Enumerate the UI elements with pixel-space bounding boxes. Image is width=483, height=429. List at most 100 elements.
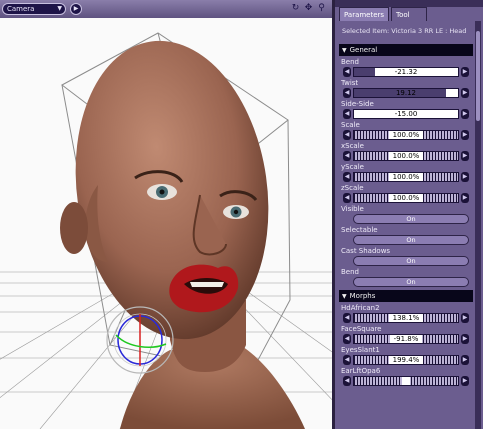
parameter-label: Side-Side xyxy=(341,100,374,108)
parameter-value xyxy=(402,377,410,385)
decrement-arrow-icon[interactable]: ◀ xyxy=(343,313,351,323)
decrement-arrow-icon[interactable]: ◀ xyxy=(343,130,351,140)
selected-item-label: Selected Item: Victoria 3 RR LE : Head xyxy=(342,27,467,35)
move-icon[interactable]: ✥ xyxy=(303,3,314,14)
parameter-value: -91.8% xyxy=(389,335,423,343)
increment-arrow-icon[interactable]: ▶ xyxy=(461,109,469,119)
increment-arrow-icon[interactable]: ▶ xyxy=(461,151,469,161)
parameter-dial[interactable]: ◀ 100.0% ▶ xyxy=(343,193,469,203)
toggle-button[interactable]: On xyxy=(353,256,469,266)
value-field[interactable]: 199.4% xyxy=(353,355,459,365)
camera-next-button[interactable]: ▶ xyxy=(70,3,82,15)
parameter-label: Cast Shadows xyxy=(341,247,391,255)
parameter-dial[interactable]: ◀ -91.8% ▶ xyxy=(343,334,469,344)
zoom-icon[interactable]: ⚲ xyxy=(316,3,327,14)
increment-arrow-icon[interactable]: ▶ xyxy=(461,130,469,140)
increment-arrow-icon[interactable]: ▶ xyxy=(461,376,469,386)
parameter-dial[interactable]: ◀ 199.4% ▶ xyxy=(343,355,469,365)
parameter-value: 100.0% xyxy=(388,173,424,181)
figure-head xyxy=(60,40,305,429)
document-viewport[interactable]: Camera ▼ ▶ ↻ ✥ ⚲ xyxy=(0,0,332,429)
value-fill-bar xyxy=(354,68,375,76)
decrement-arrow-icon[interactable]: ◀ xyxy=(343,151,351,161)
parameter-label: xScale xyxy=(341,142,364,150)
parameter-label: Bend xyxy=(341,58,359,66)
parameter-value: 19.12 xyxy=(395,89,417,97)
value-field[interactable] xyxy=(353,376,459,386)
value-field[interactable]: 19.12 xyxy=(353,88,459,98)
parameter-label: EarLftOpa6 xyxy=(341,367,381,375)
decrement-arrow-icon[interactable]: ◀ xyxy=(343,172,351,182)
parameter-label: zScale xyxy=(341,184,364,192)
parameter-label: FaceSquare xyxy=(341,325,382,333)
parameter-dial[interactable]: ◀ 100.0% ▶ xyxy=(343,172,469,182)
collapse-triangle-icon[interactable]: ▼ xyxy=(342,47,347,54)
increment-arrow-icon[interactable]: ▶ xyxy=(461,334,469,344)
decrement-arrow-icon[interactable]: ◀ xyxy=(343,376,351,386)
increment-arrow-icon[interactable]: ▶ xyxy=(461,172,469,182)
parameter-slider[interactable]: ◀ 19.12 ▶ xyxy=(343,88,469,98)
parameter-label: Bend xyxy=(341,268,359,276)
value-field[interactable]: -91.8% xyxy=(353,334,459,344)
parameter-label: EyesSlant1 xyxy=(341,346,380,354)
parameter-dial[interactable]: ◀ ▶ xyxy=(343,376,469,386)
parameter-value: 199.4% xyxy=(388,356,424,364)
camera-select[interactable]: Camera ▼ xyxy=(2,3,66,15)
increment-arrow-icon[interactable]: ▶ xyxy=(461,313,469,323)
decrement-arrow-icon[interactable]: ◀ xyxy=(343,334,351,344)
scene-canvas[interactable] xyxy=(0,0,332,429)
rotate-icon[interactable]: ↻ xyxy=(290,3,301,14)
value-field[interactable]: 138.1% xyxy=(353,313,459,323)
decrement-arrow-icon[interactable]: ◀ xyxy=(343,109,351,119)
value-field[interactable]: 100.0% xyxy=(353,193,459,203)
parameters-panel: Parameters Tool Selected Item: Victoria … xyxy=(332,0,483,429)
camera-select-label: Camera xyxy=(7,5,35,13)
parameter-value: 100.0% xyxy=(388,131,424,139)
increment-arrow-icon[interactable]: ▶ xyxy=(461,193,469,203)
tab-tool[interactable]: Tool xyxy=(391,7,427,21)
parameter-slider[interactable]: ◀ -21.32 ▶ xyxy=(343,67,469,77)
rotation-gizmo xyxy=(106,306,174,374)
value-field[interactable]: 100.0% xyxy=(353,151,459,161)
parameter-value: 100.0% xyxy=(388,152,424,160)
decrement-arrow-icon[interactable]: ◀ xyxy=(343,193,351,203)
increment-arrow-icon[interactable]: ▶ xyxy=(461,355,469,365)
decrement-arrow-icon[interactable]: ◀ xyxy=(343,88,351,98)
parameter-value: -15.00 xyxy=(394,110,418,118)
panel-tabs: Parameters Tool xyxy=(339,7,479,21)
section-header[interactable]: ▼ General xyxy=(339,44,473,56)
parameter-dial[interactable]: ◀ 138.1% ▶ xyxy=(343,313,469,323)
scrollbar-thumb[interactable] xyxy=(476,31,480,121)
parameter-label: Twist xyxy=(341,79,359,87)
collapse-triangle-icon[interactable]: ▼ xyxy=(342,293,347,300)
parameter-dial[interactable]: ◀ 100.0% ▶ xyxy=(343,151,469,161)
value-field[interactable]: -21.32 xyxy=(353,67,459,77)
parameter-label: HdAfrican2 xyxy=(341,304,380,312)
parameter-sections: ▼ General Bend ◀ -21.32 ▶ Twist ◀ 19.12 ▶ Side-Sid… xyxy=(339,44,473,386)
toggle-button[interactable]: On xyxy=(353,277,469,287)
parameter-label: Scale xyxy=(341,121,360,129)
decrement-arrow-icon[interactable]: ◀ xyxy=(343,355,351,365)
tab-parameters[interactable]: Parameters xyxy=(339,7,389,21)
section-title: General xyxy=(349,46,378,54)
panel-scrollbar[interactable] xyxy=(475,21,481,429)
parameter-value: -21.32 xyxy=(394,68,418,76)
value-field[interactable]: 100.0% xyxy=(353,172,459,182)
parameter-value: 138.1% xyxy=(388,314,424,322)
increment-arrow-icon[interactable]: ▶ xyxy=(461,88,469,98)
viewport-toolbar: Camera ▼ ▶ ↻ ✥ ⚲ xyxy=(0,0,332,18)
decrement-arrow-icon[interactable]: ◀ xyxy=(343,67,351,77)
panel-header xyxy=(335,0,483,7)
parameter-label: yScale xyxy=(341,163,364,171)
toggle-button[interactable]: On xyxy=(353,235,469,245)
parameter-dial[interactable]: ◀ 100.0% ▶ xyxy=(343,130,469,140)
increment-arrow-icon[interactable]: ▶ xyxy=(461,67,469,77)
parameter-value: 100.0% xyxy=(388,194,424,202)
toggle-button[interactable]: On xyxy=(353,214,469,224)
value-field[interactable]: -15.00 xyxy=(353,109,459,119)
parameter-slider[interactable]: ◀ -15.00 ▶ xyxy=(343,109,469,119)
parameter-label: Visible xyxy=(341,205,364,213)
value-field[interactable]: 100.0% xyxy=(353,130,459,140)
section-header[interactable]: ▼ Morphs xyxy=(339,290,473,302)
section-title: Morphs xyxy=(349,292,376,300)
